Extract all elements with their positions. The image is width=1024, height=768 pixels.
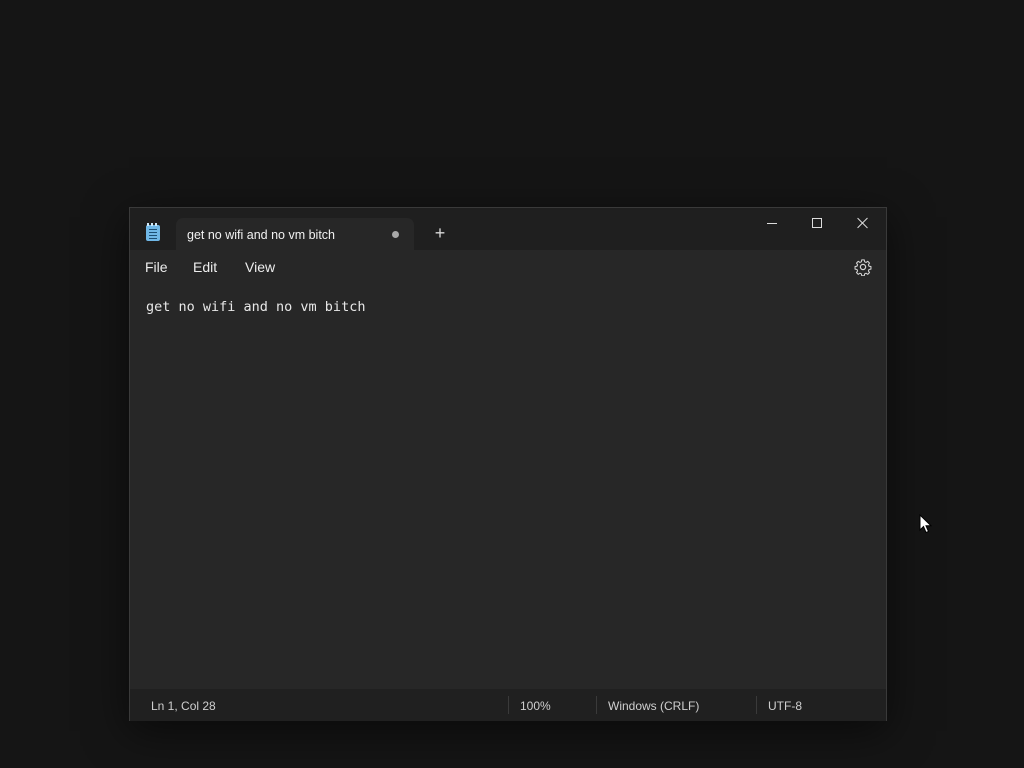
- mouse-cursor-icon: [919, 514, 933, 534]
- desktop: get no wifi and no vm bitch + File Edit …: [0, 0, 1024, 768]
- editor-content[interactable]: get no wifi and no vm bitch: [146, 299, 365, 315]
- notepad-app-icon: [146, 223, 160, 241]
- tab-document[interactable]: get no wifi and no vm bitch: [176, 218, 414, 250]
- close-button[interactable]: [840, 208, 886, 238]
- gear-icon[interactable]: [854, 258, 872, 276]
- status-divider: [596, 696, 597, 714]
- tab-title: get no wifi and no vm bitch: [187, 228, 335, 242]
- text-editor[interactable]: get no wifi and no vm bitch: [130, 284, 886, 689]
- menu-view[interactable]: View: [245, 259, 275, 275]
- status-bar: Ln 1, Col 28 100% Windows (CRLF) UTF-8: [130, 689, 886, 721]
- status-encoding[interactable]: UTF-8: [768, 699, 802, 713]
- status-line-ending[interactable]: Windows (CRLF): [608, 699, 699, 713]
- title-bar[interactable]: get no wifi and no vm bitch +: [130, 208, 886, 250]
- status-divider: [508, 696, 509, 714]
- close-icon: [857, 217, 869, 229]
- minimize-icon: [767, 222, 777, 224]
- minimize-button[interactable]: [749, 208, 795, 238]
- notepad-window: get no wifi and no vm bitch + File Edit …: [129, 207, 887, 721]
- menu-edit[interactable]: Edit: [193, 259, 217, 275]
- maximize-button[interactable]: [794, 208, 840, 238]
- menu-bar: File Edit View: [130, 250, 886, 284]
- status-cursor-position: Ln 1, Col 28: [151, 699, 216, 713]
- status-divider: [756, 696, 757, 714]
- menu-file[interactable]: File: [145, 259, 168, 275]
- new-tab-button[interactable]: +: [430, 224, 450, 244]
- maximize-icon: [812, 218, 822, 228]
- unsaved-dot-icon[interactable]: [392, 231, 399, 238]
- status-zoom[interactable]: 100%: [520, 699, 551, 713]
